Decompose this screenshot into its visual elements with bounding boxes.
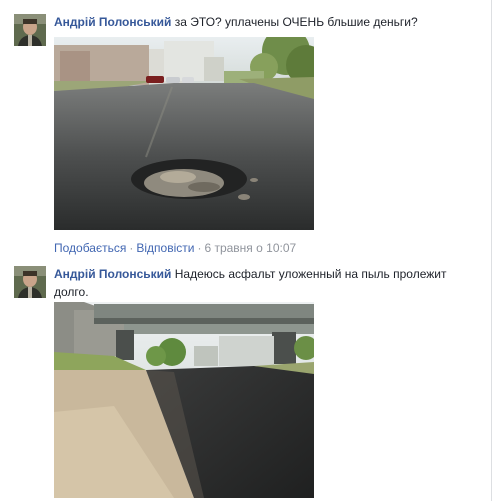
reply-link[interactable]: Відповісти [136, 241, 194, 255]
separator: · [197, 241, 202, 255]
comment-actions: Подобається · Відповісти · 6 травня о 10:07 [54, 240, 296, 256]
comment-timestamp[interactable]: 6 травня о 10:07 [204, 241, 296, 255]
comment-body: Андрій Полонський за ЭТО? уплачены ОЧЕНЬ… [54, 13, 454, 31]
comment-body: Андрій Полонський Надеюсь асфальт уложен… [54, 265, 454, 301]
comment-photo[interactable] [54, 37, 314, 230]
author-avatar[interactable] [14, 266, 46, 298]
author-name[interactable]: Андрій Полонський [54, 15, 171, 29]
comment-2: Андрій Полонський Надеюсь асфальт уложен… [0, 262, 491, 501]
comment-photo[interactable] [54, 302, 314, 498]
author-avatar[interactable] [14, 14, 46, 46]
comment-text: за ЭТО? уплачены ОЧЕНЬ бльшие деньги? [174, 15, 418, 29]
like-link[interactable]: Подобається [54, 241, 126, 255]
separator: · [129, 241, 134, 255]
author-name[interactable]: Андрій Полонський [54, 267, 171, 281]
comment-1: Андрій Полонський за ЭТО? уплачены ОЧЕНЬ… [0, 0, 491, 262]
